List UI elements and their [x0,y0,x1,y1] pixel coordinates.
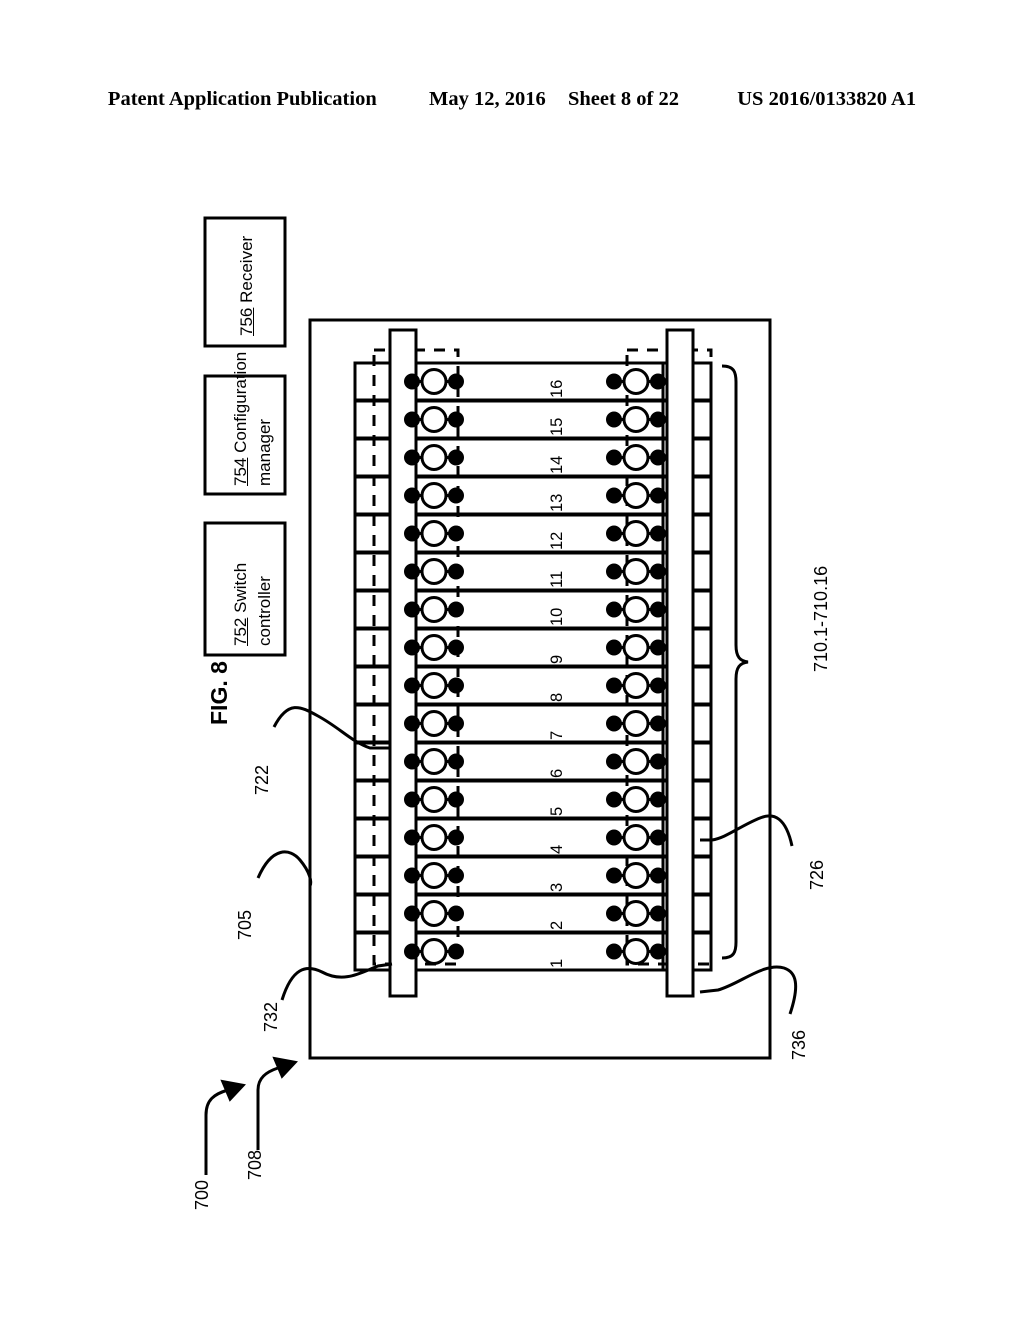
row-number-7: 7 [548,730,566,740]
callout-726: 726 [807,859,827,890]
leader-726 [700,814,794,847]
row-number-15: 15 [548,417,566,436]
row-number-10: 10 [548,607,566,626]
receiver-ref-number: 756 [237,307,256,336]
callout-736: 736 [789,1029,809,1060]
configuration-manager-label-line2: manager [255,418,274,486]
switch-controller-title: Switch [231,562,250,613]
figure-drawing [0,0,1024,1320]
callout-705: 705 [235,909,255,940]
row-range-label: 710.1-710.16 [811,565,831,672]
switch-fabric-enclosure [308,318,772,1060]
row-number-8: 8 [548,692,566,702]
switch-controller-label-line2: controller [255,576,274,646]
row-number-12: 12 [548,531,566,550]
leader-736 [699,965,798,1015]
row-number-13: 13 [548,493,566,512]
receiver-block-title: Receiver [237,235,256,303]
figure-label: FIG. 8 [206,661,232,725]
configuration-manager-ref-number: 754 [231,457,250,486]
row-range-brace [721,364,749,960]
switch-controller-label-line1: 752 Switch [231,562,250,646]
row-number-9: 9 [548,654,566,664]
row-number-11: 11 [548,570,566,588]
row-number-3: 3 [548,882,566,892]
callout-arrow-700 [204,1079,246,1175]
row-number-14: 14 [548,455,566,474]
row-number-1: 1 [548,958,566,968]
callout-700: 700 [192,1179,212,1210]
left-bus-bar [388,328,418,998]
callout-722: 722 [252,764,272,795]
row-number-2: 2 [548,920,566,930]
callout-732: 732 [261,1001,281,1032]
callout-708: 708 [245,1149,265,1180]
right-bus-bar [665,328,695,998]
switch-controller-ref-number: 752 [231,617,250,646]
callout-arrow-708 [256,1056,298,1150]
row-number-4: 4 [548,844,566,854]
configuration-manager-title: Configuration [231,351,250,453]
receiver-block-label: 756 Receiver [237,235,256,336]
row-number-6: 6 [548,768,566,778]
configuration-manager-label-line1: 754 Configuration [231,351,250,486]
leader-705 [256,850,313,887]
row-number-5: 5 [548,806,566,816]
row-number-16: 16 [548,379,566,398]
